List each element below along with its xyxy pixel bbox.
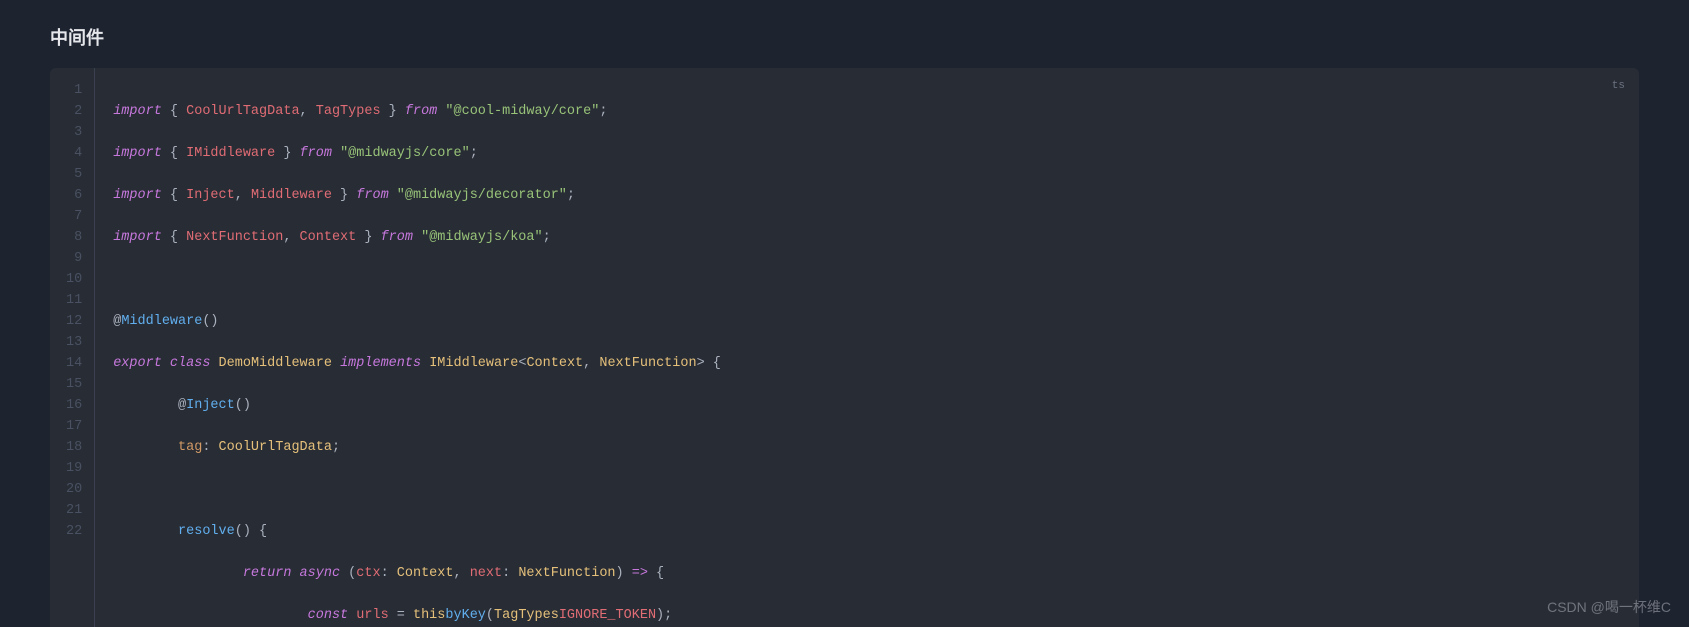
line-number: 6 — [66, 185, 82, 206]
code-line: const urls = thisbyKey(TagTypesIGNORE_TO… — [113, 605, 1621, 626]
line-number: 8 — [66, 227, 82, 248]
watermark-text: CSDN @喝一杯维C — [1547, 597, 1671, 617]
code-line: @Inject() — [113, 395, 1621, 416]
code-line — [113, 479, 1621, 500]
line-number: 17 — [66, 416, 82, 437]
line-number: 21 — [66, 500, 82, 521]
code-line: import { NextFunction, Context } from "@… — [113, 227, 1621, 248]
line-number: 4 — [66, 143, 82, 164]
line-number: 3 — [66, 122, 82, 143]
line-number: 22 — [66, 521, 82, 542]
line-number: 18 — [66, 437, 82, 458]
page-root: 中间件 ts 1 2 3 4 5 6 7 8 9 10 11 12 13 14 … — [0, 0, 1689, 627]
code-line: @Middleware() — [113, 311, 1621, 332]
code-line: import { Inject, Middleware } from "@mid… — [113, 185, 1621, 206]
line-number: 9 — [66, 248, 82, 269]
line-number: 11 — [66, 290, 82, 311]
code-line: export class DemoMiddleware implements I… — [113, 353, 1621, 374]
line-number: 15 — [66, 374, 82, 395]
section-heading: 中间件 — [50, 0, 1639, 68]
code-line: resolve() { — [113, 521, 1621, 542]
line-number: 1 — [66, 80, 82, 101]
line-number: 7 — [66, 206, 82, 227]
code-line — [113, 269, 1621, 290]
language-badge: ts — [1612, 76, 1625, 97]
code-content[interactable]: import { CoolUrlTagData, TagTypes } from… — [95, 68, 1639, 627]
line-number: 13 — [66, 332, 82, 353]
code-line: import { CoolUrlTagData, TagTypes } from… — [113, 101, 1621, 122]
line-number: 14 — [66, 353, 82, 374]
line-number: 19 — [66, 458, 82, 479]
code-line: tag: CoolUrlTagData; — [113, 437, 1621, 458]
line-number-gutter: 1 2 3 4 5 6 7 8 9 10 11 12 13 14 15 16 1… — [50, 68, 95, 627]
code-block: ts 1 2 3 4 5 6 7 8 9 10 11 12 13 14 15 1… — [50, 68, 1639, 627]
code-line: return async (ctx: Context, next: NextFu… — [113, 563, 1621, 584]
code-line: import { IMiddleware } from "@midwayjs/c… — [113, 143, 1621, 164]
line-number: 2 — [66, 101, 82, 122]
line-number: 10 — [66, 269, 82, 290]
line-number: 20 — [66, 479, 82, 500]
line-number: 16 — [66, 395, 82, 416]
line-number: 12 — [66, 311, 82, 332]
line-number: 5 — [66, 164, 82, 185]
